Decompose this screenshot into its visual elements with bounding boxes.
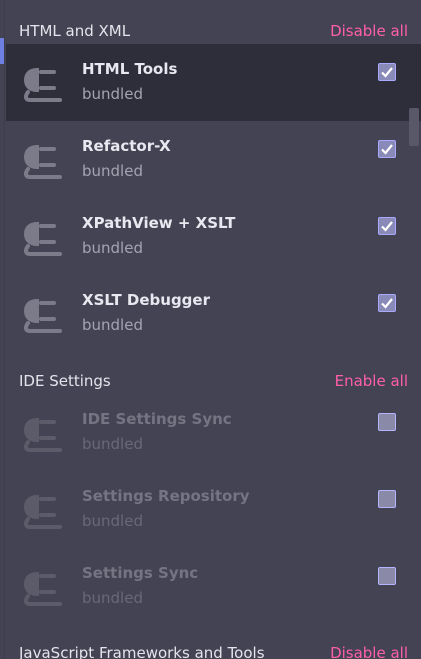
plugin-enabled-checkbox[interactable]: [378, 63, 396, 81]
plug-icon: [20, 56, 68, 104]
plugin-row-html-tools[interactable]: HTML Tools bundled: [6, 44, 421, 121]
plugin-enabled-checkbox[interactable]: [378, 140, 396, 158]
plug-icon: [20, 287, 68, 335]
plugin-name: Settings Sync: [82, 564, 199, 582]
checkmark-icon: [381, 298, 393, 309]
section-header-html-xml: HTML and XML Disable all: [0, 16, 421, 46]
section-title: HTML and XML: [19, 22, 131, 40]
plugin-name: HTML Tools: [82, 60, 178, 78]
panel-divider: [4, 0, 5, 659]
disable-all-link[interactable]: Disable all: [330, 644, 408, 659]
plug-icon: [20, 483, 68, 531]
plugin-name: XSLT Debugger: [82, 291, 210, 309]
plugins-panel: HTML and XML Disable all HTML Tools bund…: [0, 0, 421, 659]
enable-all-link[interactable]: Enable all: [335, 372, 408, 390]
checkmark-icon: [381, 221, 393, 232]
plugin-enabled-checkbox[interactable]: [378, 413, 396, 431]
plugin-row-xslt-debugger[interactable]: XSLT Debugger bundled: [6, 275, 421, 352]
plug-icon: [20, 560, 68, 608]
plugin-source: bundled: [82, 589, 143, 607]
section-title: JavaScript Frameworks and Tools: [19, 644, 265, 659]
plugin-row-settings-repository[interactable]: Settings Repository bundled: [6, 471, 421, 548]
section-header-js-frameworks: JavaScript Frameworks and Tools Disable …: [0, 638, 421, 659]
scrollbar-thumb[interactable]: [409, 108, 419, 146]
plugin-enabled-checkbox[interactable]: [378, 217, 396, 235]
plugin-source: bundled: [82, 316, 143, 334]
section-title: IDE Settings: [19, 372, 111, 390]
plugin-row-ide-settings-sync[interactable]: IDE Settings Sync bundled: [6, 394, 421, 471]
disable-all-link[interactable]: Disable all: [330, 22, 408, 40]
plugin-source: bundled: [82, 162, 143, 180]
plugin-enabled-checkbox[interactable]: [378, 294, 396, 312]
plugin-row-refactor-x[interactable]: Refactor-X bundled: [6, 121, 421, 198]
plug-icon: [20, 210, 68, 258]
plug-icon: [20, 406, 68, 454]
plugin-row-xpathview[interactable]: XPathView + XSLT bundled: [6, 198, 421, 275]
plugin-enabled-checkbox[interactable]: [378, 490, 396, 508]
plugin-row-settings-sync[interactable]: Settings Sync bundled: [6, 548, 421, 625]
plugin-name: XPathView + XSLT: [82, 214, 236, 232]
plugin-source: bundled: [82, 435, 143, 453]
checkmark-icon: [381, 144, 393, 155]
plugin-source: bundled: [82, 239, 143, 257]
plugin-source: bundled: [82, 512, 143, 530]
plugin-name: IDE Settings Sync: [82, 410, 232, 428]
checkmark-icon: [381, 67, 393, 78]
section-header-ide-settings: IDE Settings Enable all: [0, 366, 421, 396]
plugin-enabled-checkbox[interactable]: [378, 567, 396, 585]
plugin-name: Refactor-X: [82, 137, 171, 155]
plugin-source: bundled: [82, 85, 143, 103]
plugin-name: Settings Repository: [82, 487, 250, 505]
plug-icon: [20, 133, 68, 181]
